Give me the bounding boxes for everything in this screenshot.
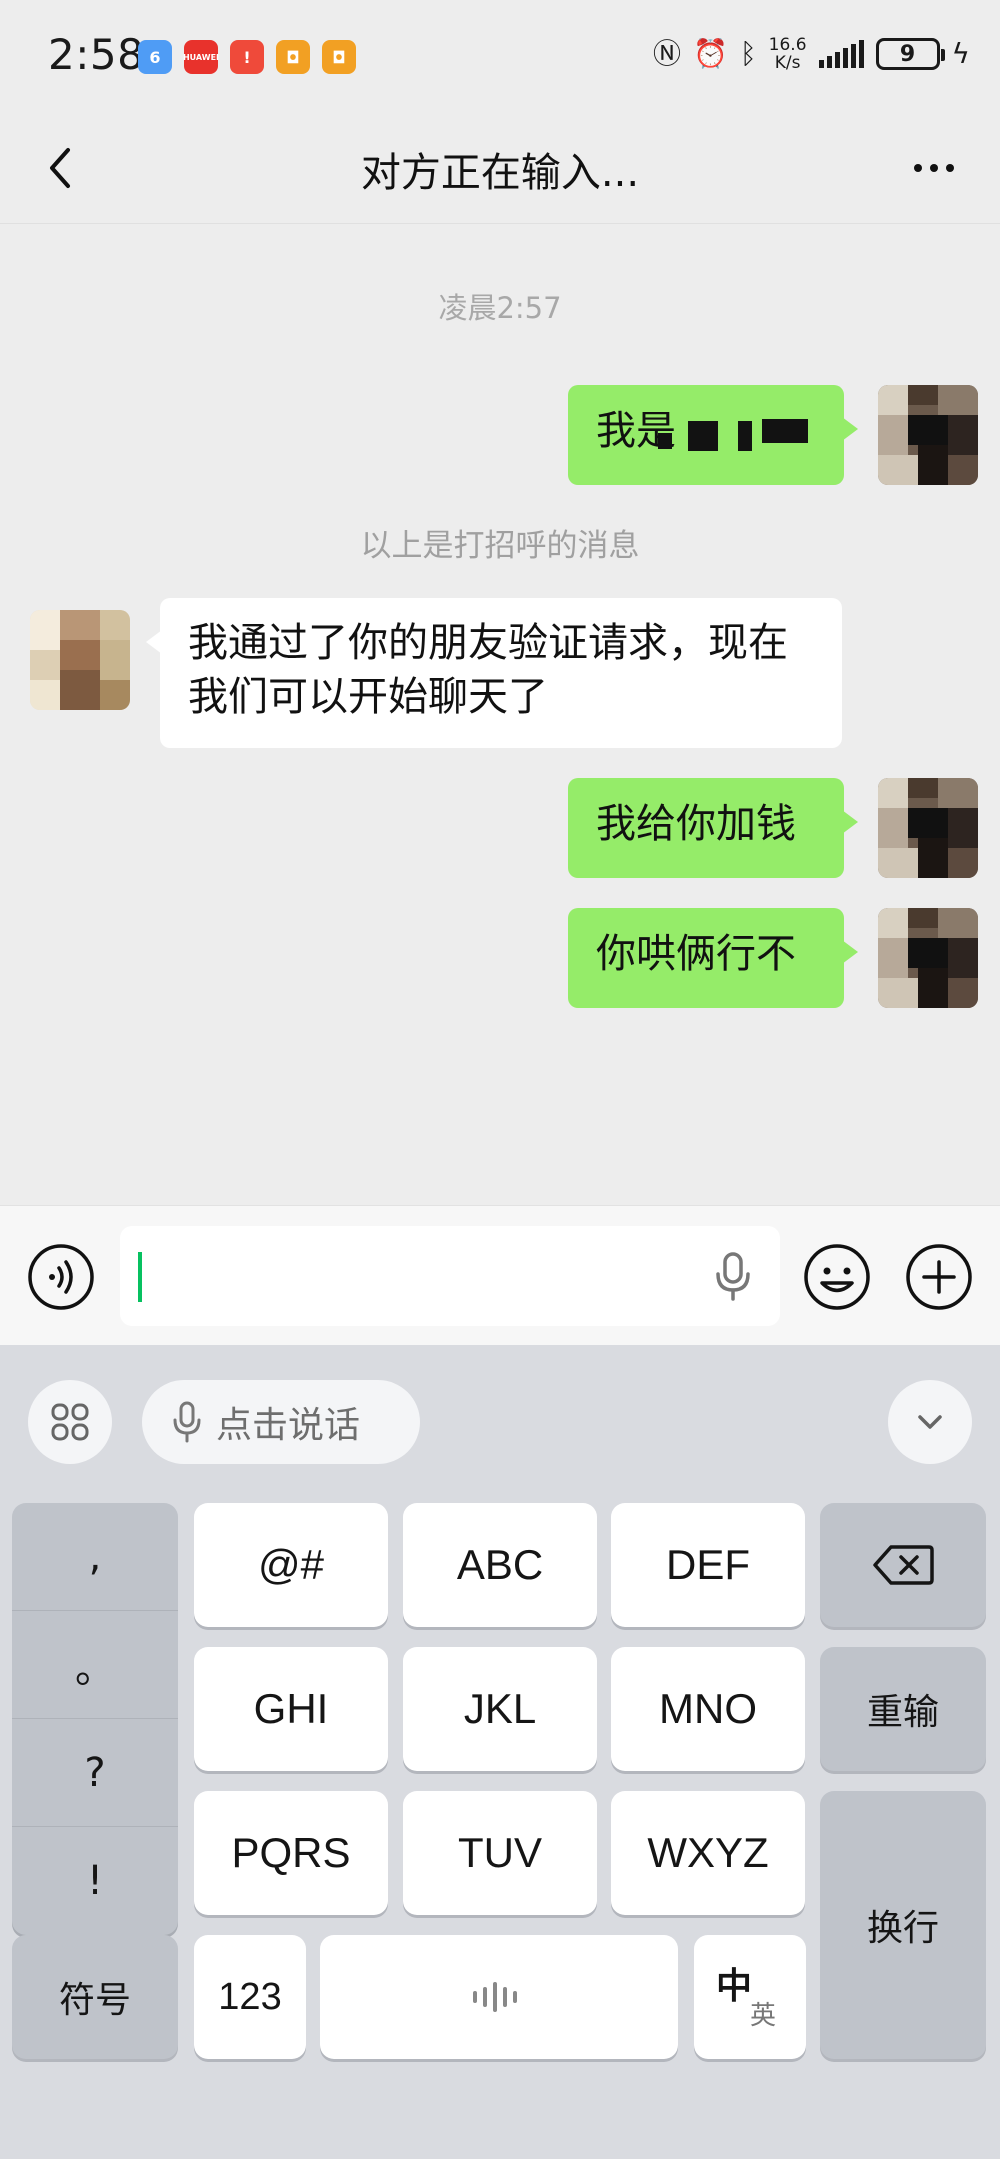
message-bubble-self-coax[interactable]: 你哄俩行不 bbox=[568, 908, 858, 1008]
microphone-icon bbox=[173, 1401, 201, 1443]
message-bubble-other-verify[interactable]: 我通过了你的朋友验证请求，现在我们可以开始聊天了 bbox=[146, 598, 842, 748]
message-input[interactable] bbox=[120, 1226, 780, 1326]
tap-to-speak-label: 点击说话 bbox=[216, 1405, 361, 1446]
lang-en-label: 英 bbox=[750, 2000, 777, 2030]
key-abc[interactable]: ABC bbox=[403, 1503, 597, 1627]
punct-question-key[interactable]: ? bbox=[12, 1719, 178, 1827]
retype-key[interactable]: 重输 bbox=[820, 1647, 986, 1771]
key-ghi[interactable]: GHI bbox=[194, 1647, 388, 1771]
voice-mode-icon[interactable] bbox=[26, 1242, 96, 1312]
key-pqrs[interactable]: PQRS bbox=[194, 1791, 388, 1915]
status-bar: 2:58 6 HUAWEI ! ◘ ◘ Ⓝ ⏰ ᛒ 16.6 K/s 9 ϟ bbox=[0, 0, 1000, 112]
more-options-icon[interactable] bbox=[904, 138, 964, 198]
backspace-icon bbox=[873, 1545, 934, 1585]
chat-header: 对方正在输入... bbox=[0, 112, 1000, 224]
backspace-key[interactable] bbox=[820, 1503, 986, 1627]
add-more-icon[interactable] bbox=[904, 1242, 974, 1312]
key-wxyz[interactable]: WXYZ bbox=[611, 1791, 805, 1915]
nfc-icon: Ⓝ bbox=[652, 37, 681, 70]
emoji-icon[interactable] bbox=[802, 1242, 872, 1312]
bluetooth-icon: ᛒ bbox=[739, 37, 757, 70]
shopping-app-icon: ◘ bbox=[276, 40, 310, 74]
network-speed-value: 16.6 bbox=[768, 35, 807, 55]
battery-level: 9 bbox=[899, 41, 916, 67]
signal-icon bbox=[818, 40, 864, 68]
message-list[interactable]: 凌晨2:57 我是 以上是打招呼的消息 我通过了你的朋友验证请求，现在我们可以开… bbox=[0, 225, 1000, 1205]
pixelated-text bbox=[658, 415, 818, 455]
keyboard-toolbar: 点击说话 bbox=[0, 1345, 1000, 1495]
key-tuv[interactable]: TUV bbox=[403, 1791, 597, 1915]
keyboard-menu-button[interactable] bbox=[28, 1380, 112, 1464]
notification-icons: 6 HUAWEI ! ◘ ◘ bbox=[138, 40, 356, 74]
self-avatar[interactable] bbox=[878, 385, 978, 485]
text-caret bbox=[138, 1252, 142, 1302]
collapse-keyboard-button[interactable] bbox=[888, 1380, 972, 1464]
chevron-down-icon bbox=[918, 1415, 942, 1429]
key-mno[interactable]: MNO bbox=[611, 1647, 805, 1771]
self-avatar[interactable] bbox=[878, 908, 978, 1008]
battery-icon: 9 bbox=[875, 38, 945, 70]
shopping-app-icon-2: ◘ bbox=[322, 40, 356, 74]
message-bubble-self-greeting[interactable]: 我是 bbox=[568, 385, 858, 485]
contact-avatar[interactable] bbox=[30, 610, 130, 710]
numeric-key[interactable]: 123 bbox=[194, 1935, 306, 2059]
tap-to-speak-button[interactable]: 点击说话 bbox=[142, 1380, 420, 1464]
lang-zh-label: 中 bbox=[716, 1965, 753, 2006]
symbol-panel-key[interactable]: 符号 bbox=[12, 1935, 178, 2059]
browser-app-icon: 6 bbox=[138, 40, 172, 74]
punct-period-key[interactable]: 。 bbox=[12, 1611, 178, 1719]
chat-title: 对方正在输入... bbox=[360, 150, 640, 196]
space-key[interactable] bbox=[320, 1935, 678, 2059]
key-symbols[interactable]: @# bbox=[194, 1503, 388, 1627]
network-speed: 16.6 K/s bbox=[769, 36, 807, 72]
grid-icon bbox=[51, 1403, 89, 1441]
key-jkl[interactable]: JKL bbox=[403, 1647, 597, 1771]
status-time: 2:58 bbox=[48, 30, 145, 79]
charging-icon: ϟ bbox=[951, 37, 970, 70]
punct-exclaim-key[interactable]: ! bbox=[12, 1827, 178, 1935]
huawei-app-icon: HUAWEI bbox=[183, 40, 219, 74]
keyboard: 点击说话 , 。 ? ! @# ABC DEF GHI JKL MNO 重输 P… bbox=[0, 1345, 1000, 2159]
microphone-icon[interactable] bbox=[708, 1250, 758, 1302]
system-note: 以上是打招呼的消息 bbox=[360, 528, 640, 564]
punct-comma-key[interactable]: , bbox=[12, 1503, 178, 1611]
input-bar bbox=[0, 1205, 1000, 1345]
newline-key[interactable]: 换行 bbox=[820, 1791, 986, 2059]
system-icons: Ⓝ ⏰ ᛒ 16.6 K/s 9 ϟ bbox=[653, 36, 970, 72]
alert-app-icon: ! bbox=[230, 40, 264, 74]
alarm-icon: ⏰ bbox=[692, 37, 728, 70]
voice-wave-icon bbox=[473, 1982, 517, 2012]
punctuation-column[interactable]: , 。 ? ! bbox=[12, 1503, 178, 1935]
language-switch-key[interactable]: 中 英 bbox=[694, 1935, 806, 2059]
time-divider: 凌晨2:57 bbox=[438, 291, 562, 325]
key-def[interactable]: DEF bbox=[611, 1503, 805, 1627]
self-avatar[interactable] bbox=[878, 778, 978, 878]
network-speed-unit: K/s bbox=[774, 53, 801, 73]
message-bubble-self-add-money[interactable]: 我给你加钱 bbox=[568, 778, 858, 878]
